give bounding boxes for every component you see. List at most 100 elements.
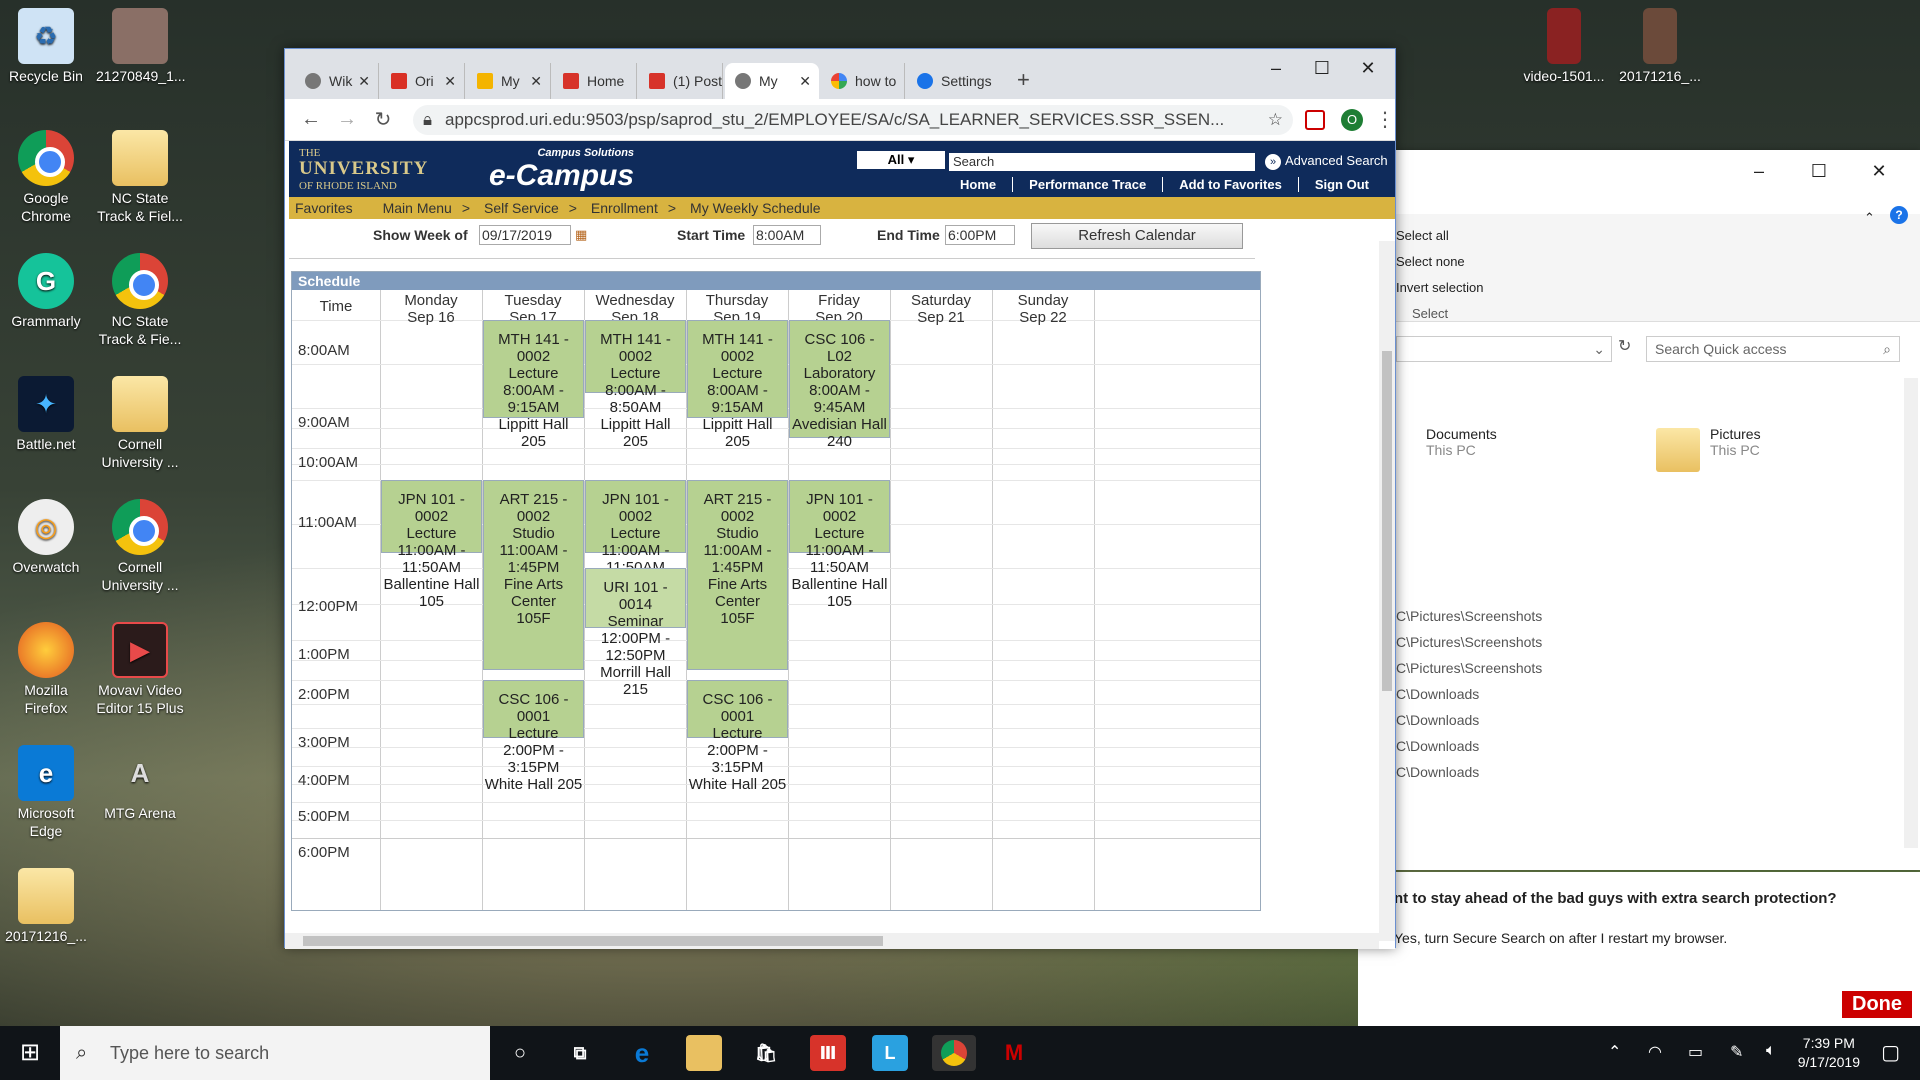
start-time-input[interactable]: 8:00AM	[753, 225, 821, 245]
taskbar-clock[interactable]: 7:39 PM 9/17/2019	[1798, 1034, 1860, 1072]
l-app-icon[interactable]: L	[872, 1035, 908, 1071]
uri-logo[interactable]: THE UNIVERSITY OF RHODE ISLAND	[299, 147, 428, 192]
tab-google[interactable]: how to	[821, 63, 905, 99]
desktop-icon-cornell-2[interactable]: Cornell University ...	[96, 499, 184, 594]
done-button[interactable]: Done	[1842, 991, 1912, 1018]
desktop-icon-grammarly[interactable]: G Grammarly	[2, 253, 90, 331]
chevron-up-icon[interactable]: ⌃	[1864, 210, 1875, 226]
refresh-icon[interactable]: ↻	[1618, 336, 1631, 356]
desktop-icon-chrome[interactable]: Google Chrome	[2, 130, 90, 225]
recent-item[interactable]: C\Pictures\Screenshots	[1396, 660, 1542, 676]
tab-gmail[interactable]: Ori ✕	[381, 63, 465, 99]
chrome-taskbar-icon[interactable]	[932, 1035, 976, 1071]
desktop-icon-video2[interactable]: 20171216_...	[1616, 8, 1704, 86]
page-vertical-scrollbar[interactable]	[1379, 241, 1395, 941]
desktop-icon-ncstate-2[interactable]: NC State Track & Fie...	[96, 253, 184, 348]
close-tab-icon[interactable]: ✕	[358, 73, 370, 90]
recent-item[interactable]: C\Pictures\Screenshots	[1396, 634, 1542, 650]
close-tab-icon[interactable]: ✕	[444, 73, 456, 90]
quick-item-pictures[interactable]: Pictures This PC	[1710, 426, 1761, 458]
minimize-button[interactable]: –	[1253, 53, 1299, 83]
battery-icon[interactable]: ▭	[1688, 1042, 1703, 1062]
bookmark-star-icon[interactable]: ☆	[1268, 105, 1283, 135]
scroll-thumb[interactable]	[303, 936, 883, 946]
tab-home[interactable]: Home |	[553, 63, 637, 99]
reload-button[interactable]: ↻	[365, 107, 401, 132]
pen-icon[interactable]: ✎	[1730, 1042, 1743, 1062]
desktop-icon-recycle-bin[interactable]: ♻ Recycle Bin	[2, 8, 90, 86]
refresh-calendar-button[interactable]: Refresh Calendar	[1031, 223, 1243, 249]
show-week-input[interactable]: 09/17/2019	[479, 225, 571, 245]
menu-main-menu[interactable]: Main Menu	[383, 200, 452, 216]
tab-wiki[interactable]: Wik ✕	[295, 63, 379, 99]
home-link[interactable]: Home	[944, 177, 1012, 192]
cortana-icon[interactable]: ○	[502, 1035, 538, 1071]
menu-self-service[interactable]: Self Service	[484, 200, 559, 216]
explorer-minimize-button[interactable]: –	[1736, 156, 1782, 186]
schedule-event[interactable]: URI 101 - 0014 Seminar 12:00PM -12:50PM Mor…	[585, 568, 686, 698]
schedule-event[interactable]: JPN 101 - 0002Lecture11:00AM -11:50AMBal…	[381, 480, 482, 610]
desktop-icon-mtg[interactable]: A MTG Arena	[96, 745, 184, 823]
scroll-thumb[interactable]	[1382, 351, 1392, 691]
desktop-icon-movavi[interactable]: ▶ Movavi Video Editor 15 Plus	[96, 622, 184, 717]
mcafee-extension-icon[interactable]	[1305, 110, 1325, 130]
maximize-button[interactable]: ☐	[1299, 53, 1345, 83]
select-all-button[interactable]: Select all	[1396, 228, 1449, 243]
schedule-event[interactable]: MTH 141 - 0002 Lecture 8:00AM - 9:15AM Lipp…	[483, 320, 584, 450]
menu-favorites[interactable]: Favorites	[295, 200, 353, 216]
schedule-event[interactable]: ART 215 - 0002 Studio 11:00AM -1:45PM Fine …	[687, 480, 788, 670]
explorer-search-input[interactable]: Search Quick access ⌕	[1646, 336, 1900, 362]
advanced-search-link[interactable]: » Advanced Search	[1265, 153, 1388, 170]
menu-my-weekly-schedule[interactable]: My Weekly Schedule	[690, 200, 820, 216]
back-button[interactable]: ←	[293, 108, 329, 131]
search-scope-select[interactable]: All ▾	[857, 151, 945, 169]
tab-drive[interactable]: My ✕	[467, 63, 551, 99]
header-search-input[interactable]: Search	[949, 153, 1255, 171]
desktop-icon-video[interactable]: video-1501...	[1520, 8, 1608, 86]
notifications-icon[interactable]: ▢	[1881, 1040, 1900, 1065]
forward-button[interactable]: →	[329, 108, 365, 131]
explorer-maximize-button[interactable]: ☐	[1796, 156, 1842, 186]
close-tab-icon[interactable]: ✕	[530, 73, 542, 90]
add-to-favorites-link[interactable]: Add to Favorites	[1162, 177, 1298, 192]
schedule-event[interactable]: ART 215 - 0002 Studio 11:00AM -1:45PM Fine …	[483, 480, 584, 670]
schedule-event[interactable]: JPN 101 - 0002Lecture11:00AM -11:50AMBal…	[789, 480, 890, 610]
desktop-icon-cornell-1[interactable]: Cornell University ...	[96, 376, 184, 471]
schedule-event[interactable]: MTH 141 - 0002 Lecture 8:00AM - 9:15AM Lipp…	[687, 320, 788, 450]
windows-start-button[interactable]: ⊞	[0, 1026, 60, 1080]
menu-enrollment[interactable]: Enrollment	[591, 200, 658, 216]
explorer-close-button[interactable]: ✕	[1856, 156, 1902, 186]
quick-item-documents[interactable]: Documents This PC	[1426, 426, 1497, 458]
taskbar-search-input[interactable]: ⌕ Type here to search	[60, 1026, 490, 1080]
desktop-icon-firefox[interactable]: Mozilla Firefox	[2, 622, 90, 717]
new-tab-button[interactable]: +	[1017, 67, 1030, 93]
explorer-address-bar[interactable]: ⌄	[1396, 336, 1612, 362]
select-none-button[interactable]: Select none	[1396, 254, 1465, 269]
close-window-button[interactable]: ✕	[1345, 53, 1391, 83]
schedule-event[interactable]: CSC 106 - 0001 Lecture 2:00PM - 3:15PM Whit…	[483, 680, 584, 793]
secure-search-option[interactable]: Yes, turn Secure Search on after I resta…	[1394, 930, 1727, 946]
wifi-icon[interactable]: ◠	[1648, 1042, 1662, 1062]
end-time-input[interactable]: 6:00PM	[945, 225, 1015, 245]
explorer-scrollbar[interactable]	[1904, 378, 1918, 848]
profile-avatar[interactable]: O	[1341, 109, 1363, 131]
desktop-icon-photo[interactable]: 21270849_1...	[96, 8, 186, 86]
file-explorer-icon[interactable]	[686, 1035, 722, 1071]
desktop-icon-ncstate-1[interactable]: NC State Track & Fiel...	[96, 130, 184, 225]
sign-out-link[interactable]: Sign Out	[1297, 177, 1385, 192]
chevron-up-icon[interactable]: ⌃	[1608, 1042, 1621, 1062]
page-horizontal-scrollbar[interactable]	[285, 933, 1379, 949]
tab-settings[interactable]: Settings	[907, 63, 1007, 99]
task-view-icon[interactable]: ⧉	[562, 1035, 598, 1071]
desktop-icon-overwatch[interactable]: ◎ Overwatch	[2, 499, 90, 577]
edge-icon[interactable]: e	[624, 1035, 660, 1071]
desktop-icon-zip[interactable]: 20171216_...	[2, 868, 90, 946]
close-tab-icon[interactable]: ✕	[799, 73, 811, 90]
schedule-event[interactable]: CSC 106 - 0001 Lecture 2:00PM - 3:15PM Whit…	[687, 680, 788, 793]
schedule-event[interactable]: CSC 106 - L02 Laboratory 8:00AM - 9:45AM Av…	[789, 320, 890, 450]
tab-post[interactable]: (1) Post	[639, 63, 723, 99]
volume-icon[interactable]: 🔈︎	[1766, 1042, 1776, 1060]
recent-item[interactable]: C\Downloads	[1396, 686, 1479, 702]
store-icon[interactable]: 🛍︎	[748, 1035, 784, 1071]
schedule-event[interactable]: JPN 101 - 0002Lecture11:00AM -11:50AMBal…	[585, 480, 686, 610]
